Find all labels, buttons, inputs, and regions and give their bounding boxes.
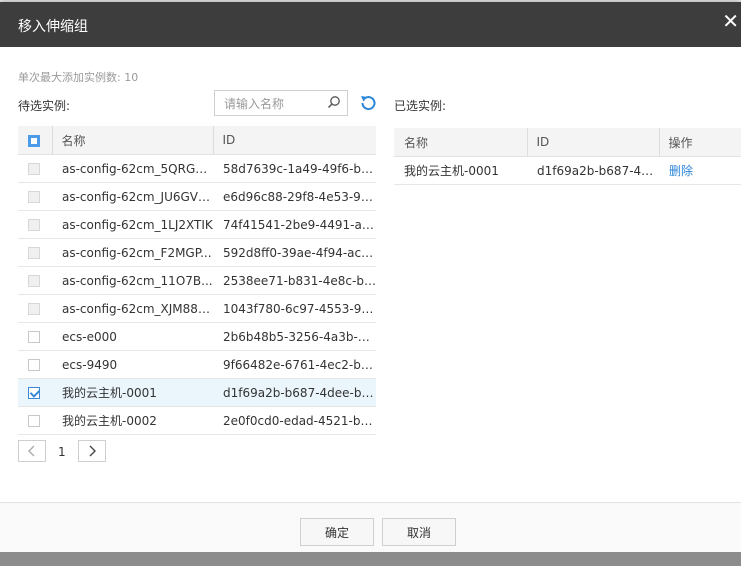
table-row[interactable]: as-config-62cm_1LJ2XTIK 74f41541-2be9-449… (18, 210, 376, 239)
row-checkbox (28, 163, 40, 175)
row-checkbox (28, 247, 40, 259)
row-checkbox[interactable] (28, 415, 40, 427)
search-input[interactable] (222, 91, 326, 117)
table-header-row: 名称 ID (18, 126, 376, 155)
table-row[interactable]: as-config-62cm_F2MGP... 592d8ff0-39ae-4f9… (18, 238, 376, 267)
search-icon[interactable] (327, 95, 341, 109)
instance-id: d1f69a2b-b687-4dee-b2... (213, 378, 376, 407)
column-header-name: 名称 (394, 128, 527, 157)
checkbox-cell (18, 154, 52, 183)
instance-id: 592d8ff0-39ae-4f94-ac4b... (213, 238, 376, 267)
confirm-button[interactable]: 确定 (300, 518, 374, 546)
table-header-row: 名称 ID 操作 (394, 128, 741, 157)
column-header-action: 操作 (658, 128, 741, 157)
instance-name: as-config-62cm_XJM884... (52, 294, 213, 323)
checkbox-cell (18, 238, 52, 267)
table-row[interactable]: as-config-62cm_JU6GVIO5 e6d96c88-29f8-4e5… (18, 182, 376, 211)
dialog-titlebar: 移入伸缩组 ✕ (0, 2, 741, 47)
table-row: 我的云主机-0001 d1f69a2b-b687-4de... 删除 (394, 156, 741, 185)
prev-page-button[interactable] (18, 440, 46, 462)
checkbox-cell (18, 322, 52, 351)
instance-name: as-config-62cm_11O7B... (52, 266, 213, 295)
table-row[interactable]: as-config-62cm_XJM884... 1043f780-6c97-45… (18, 294, 376, 323)
row-checkbox (28, 275, 40, 287)
instance-name: 我的云主机-0002 (52, 406, 213, 435)
table-row[interactable]: as-config-62cm_5QRGV5... 58d7639c-1a49-49… (18, 154, 376, 183)
move-into-scaling-group-dialog: 移入伸缩组 ✕ 单次最大添加实例数: 10 待选实例: 已选实例: 名称 ID … (0, 2, 741, 553)
column-header-id: ID (526, 128, 659, 157)
instance-name: ecs-9490 (52, 350, 213, 379)
selected-instances-label: 已选实例: (394, 99, 447, 113)
table-row[interactable]: 我的云主机-0001 d1f69a2b-b687-4dee-b2... (18, 378, 376, 407)
instance-id: 2e0f0cd0-edad-4521-b0e... (213, 406, 376, 435)
next-page-button[interactable] (78, 440, 106, 462)
cancel-button[interactable]: 取消 (382, 518, 456, 546)
instance-id: 2538ee71-b831-4e8c-bba... (213, 266, 376, 295)
row-checkbox[interactable] (28, 387, 40, 399)
row-checkbox[interactable] (28, 331, 40, 343)
chevron-left-icon (28, 445, 35, 457)
chevron-right-icon (89, 445, 96, 457)
checkbox-cell (18, 266, 52, 295)
column-header-name: 名称 (51, 126, 213, 155)
dialog-footer: 确定 取消 (0, 502, 741, 553)
select-all-cell (18, 126, 52, 155)
instance-name: 我的云主机-0001 (52, 378, 213, 407)
instance-id: d1f69a2b-b687-4de... (527, 156, 659, 185)
pending-instances-table: 名称 ID as-config-62cm_5QRGV5... 58d7639c-1… (18, 126, 376, 435)
instance-id: 1043f780-6c97-4553-9e3... (213, 294, 376, 323)
instance-name: 我的云主机-0001 (394, 156, 527, 185)
table-row[interactable]: ecs-9490 9f66482e-6761-4ec2-b81f... (18, 350, 376, 379)
checkbox-cell (18, 210, 52, 239)
table-row[interactable]: ecs-e000 2b6b48b5-3256-4a3b-a2... (18, 322, 376, 351)
checkbox-cell (18, 406, 52, 435)
instance-id: 58d7639c-1a49-49f6-b14... (213, 154, 376, 183)
close-icon[interactable]: ✕ (722, 11, 739, 31)
search-box (214, 90, 348, 117)
table-row[interactable]: as-config-62cm_11O7B... 2538ee71-b831-4e8… (18, 266, 376, 295)
checkbox-cell (18, 294, 52, 323)
checkbox-cell (18, 350, 52, 379)
instance-name: ecs-e000 (52, 322, 213, 351)
instance-name: as-config-62cm_F2MGP... (52, 238, 213, 267)
row-checkbox[interactable] (28, 359, 40, 371)
instance-name: as-config-62cm_1LJ2XTIK (52, 210, 213, 239)
instance-id: 2b6b48b5-3256-4a3b-a2... (213, 322, 376, 351)
instance-id: 74f41541-2be9-4491-a9a... (213, 210, 376, 239)
max-instances-hint: 单次最大添加实例数: 10 (18, 71, 139, 84)
instance-name: as-config-62cm_5QRGV5... (52, 154, 213, 183)
row-checkbox (28, 191, 40, 203)
delete-link[interactable]: 删除 (669, 164, 693, 178)
select-all-checkbox[interactable] (28, 134, 40, 147)
checkbox-cell (18, 182, 52, 211)
column-header-id: ID (212, 126, 376, 155)
instance-name: as-config-62cm_JU6GVIO5 (52, 182, 213, 211)
current-page[interactable]: 1 (58, 445, 66, 459)
instance-id: 9f66482e-6761-4ec2-b81f... (213, 350, 376, 379)
row-checkbox (28, 219, 40, 231)
instance-id: e6d96c88-29f8-4e53-97e... (213, 182, 376, 211)
selected-instances-table: 名称 ID 操作 我的云主机-0001 d1f69a2b-b687-4de... 删… (394, 128, 741, 185)
table-row[interactable]: 我的云主机-0002 2e0f0cd0-edad-4521-b0e... (18, 406, 376, 435)
background-overlay (0, 552, 741, 566)
checkbox-cell (18, 378, 52, 407)
dialog-title: 移入伸缩组 (18, 19, 88, 35)
refresh-icon[interactable] (358, 93, 378, 113)
action-cell: 删除 (659, 156, 741, 185)
pending-instances-label: 待选实例: (18, 99, 71, 113)
row-checkbox (28, 303, 40, 315)
